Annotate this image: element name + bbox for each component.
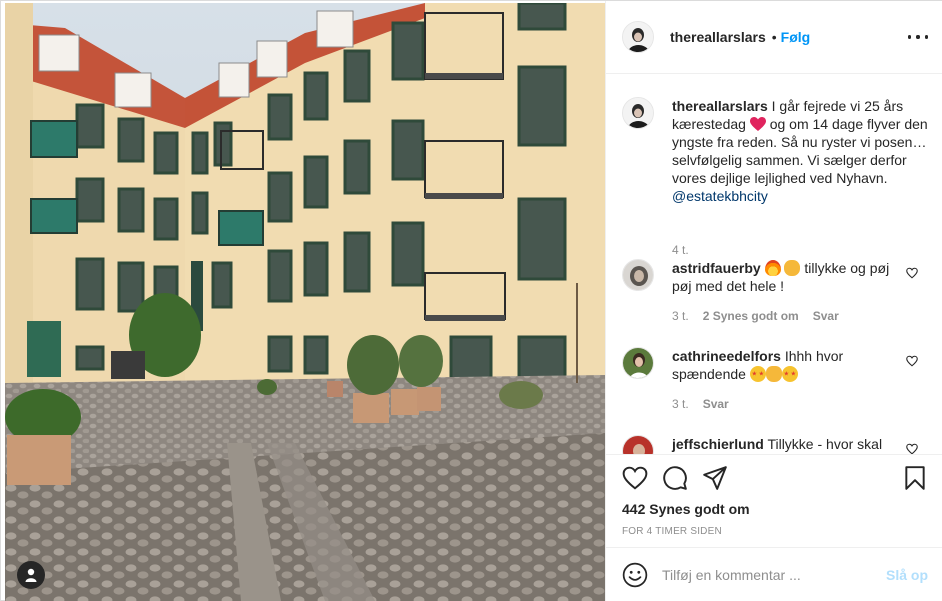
thumbs-up-emoji-icon [765,366,782,382]
profile-photo-icon [623,436,653,454]
comment-icon[interactable] [662,465,688,491]
caption-text: thereallarslars I går fejrede vi 25 års … [672,97,928,205]
profile-photo-icon [623,98,653,128]
fire-emoji-icon [764,260,781,276]
comment-meta: 3 t. 2 Synes godt om Svar [672,309,839,323]
follow-separator: • [771,29,777,45]
comment-username[interactable]: astridfauerby [672,260,761,276]
post-side-panel: thereallarslars • Følg thereallarslars I… [605,1,942,601]
author-avatar[interactable] [622,21,654,53]
post-comment-button[interactable]: Slå op [886,567,928,583]
comment-input[interactable] [662,567,882,583]
reply-button[interactable]: Svar [813,309,839,323]
caption-avatar[interactable] [622,97,654,129]
heart-outline-icon[interactable] [906,267,918,279]
star-struck-emoji-icon [781,366,798,382]
smiley-icon[interactable] [622,562,648,588]
post-actions: 442 Synes godt om FOR 4 TIMER SIDEN [606,454,942,546]
likes-count[interactable]: 442 Synes godt om [622,501,750,517]
tagged-users-button[interactable] [17,561,45,589]
comments-list[interactable]: thereallarslars I går fejrede vi 25 års … [606,75,942,454]
post-header: thereallarslars • Følg [606,1,942,74]
commenter-avatar[interactable] [622,435,654,454]
red-heart-emoji-icon [749,117,766,131]
comment-likes-count[interactable]: 2 Synes godt om [703,309,799,323]
comment-meta: 3 t. Svar [672,397,729,411]
author-username[interactable]: thereallarslars [670,29,766,45]
caption-timestamp[interactable]: 4 t. [672,243,689,257]
post-timestamp[interactable]: FOR 4 TIMER SIDEN [622,526,722,537]
caption-username[interactable]: thereallarslars [672,98,768,114]
profile-photo-icon [623,22,653,52]
heart-icon[interactable] [622,465,648,491]
clapping-hands-emoji-icon [784,260,801,276]
comment-text: jeffschierlund Tillykke - hvor skal [672,435,894,453]
profile-photo-icon [623,260,653,290]
profile-photo-icon [623,348,653,378]
caption-mention-link[interactable]: @estatekbhcity [672,188,768,204]
star-struck-emoji-icon [749,366,766,382]
comment-timestamp[interactable]: 3 t. [672,309,689,323]
comment-body: Tillykke - hvor skal [767,436,883,452]
courtyard-image [5,3,605,601]
user-icon [25,568,37,582]
bookmark-icon[interactable] [902,465,928,491]
heart-outline-icon[interactable] [906,443,918,454]
comment-timestamp[interactable]: 3 t. [672,397,689,411]
add-comment-form: Slå op [606,547,942,601]
post-dialog: thereallarslars • Følg thereallarslars I… [0,0,942,601]
post-photo[interactable] [5,3,605,601]
comment-text: astridfauerby tillykke og pøj pøj med de… [672,259,894,295]
share-icon[interactable] [702,465,728,491]
reply-button[interactable]: Svar [703,397,729,411]
comment-text: cathrineedelfors Ihhh hvor spændende [672,347,894,383]
commenter-avatar[interactable] [622,259,654,291]
comment-username[interactable]: jeffschierlund [672,436,764,452]
commenter-avatar[interactable] [622,347,654,379]
more-options-button[interactable] [908,29,928,45]
heart-outline-icon[interactable] [906,355,918,367]
follow-button[interactable]: Følg [781,29,811,45]
more-horizontal-icon [908,35,912,39]
comment-username[interactable]: cathrineedelfors [672,348,781,364]
